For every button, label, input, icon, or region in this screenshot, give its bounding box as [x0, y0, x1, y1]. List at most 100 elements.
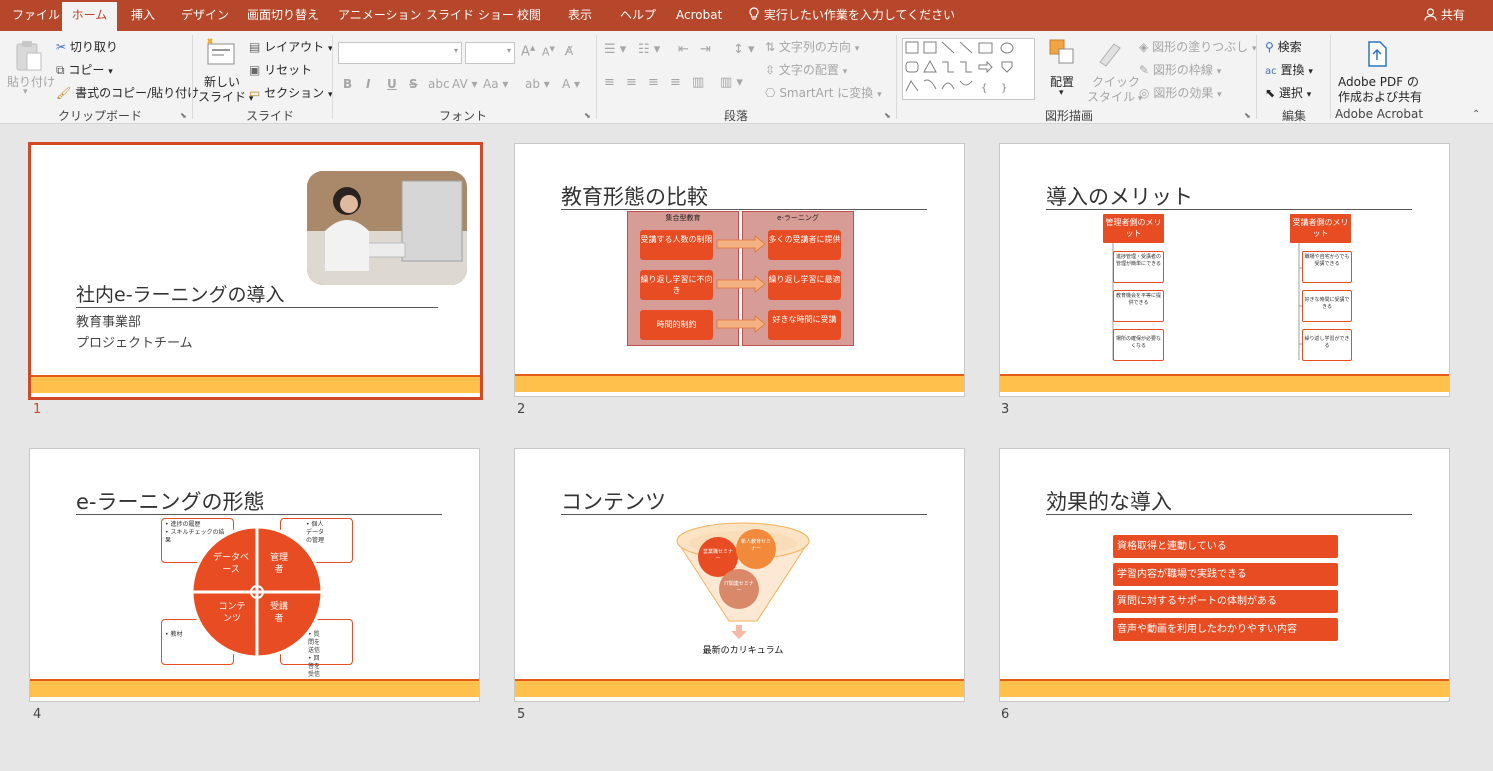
effect-item-4: 音声や動画を利用したわかりやすい内容: [1113, 618, 1338, 641]
select-button[interactable]: ⬉ 選択 ▾: [1265, 84, 1311, 101]
pdf-share-icon[interactable]: [1366, 40, 1388, 71]
text-direction-label: 文字列の方向: [778, 40, 851, 54]
left-item-2: 繰り返し学習に不向き: [640, 270, 713, 300]
font-size-combo[interactable]: ▾: [465, 42, 515, 64]
justify-icon[interactable]: ≡: [670, 75, 681, 90]
tab-view[interactable]: 表示: [568, 0, 592, 31]
strike-button[interactable]: S: [409, 77, 418, 91]
highlight-icon[interactable]: ab ▾: [525, 77, 550, 91]
reset-button[interactable]: ▣ リセット: [249, 61, 312, 78]
pen-icon: ✎: [1139, 63, 1150, 77]
paste-icon[interactable]: [14, 39, 44, 76]
reset-icon: ▣: [249, 63, 261, 77]
arrange-icon[interactable]: [1048, 38, 1076, 69]
funnel-newbie-seminar: 新人教育セミナー: [741, 539, 772, 552]
section-button[interactable]: ▭ セクション ▾: [249, 84, 333, 101]
quad-database: データベース: [212, 553, 249, 575]
slide-thumbnail-2[interactable]: 教育形態の比較 集合型教育 e-ラーニング 受講する人数の制限 繰り返し学習に不…: [514, 143, 965, 397]
quad-contents: コンテンツ: [218, 602, 246, 624]
lightbulb-icon: [749, 7, 759, 20]
text-direction-button[interactable]: ⇅ 文字列の方向 ▾: [765, 38, 859, 55]
tab-acrobat[interactable]: Acrobat: [676, 0, 722, 31]
numbering-icon[interactable]: ☷ ▾: [638, 42, 660, 57]
tab-slideshow[interactable]: スライド ショー: [426, 0, 514, 31]
clipboard-launcher-icon[interactable]: ⬊: [180, 111, 187, 120]
slide-2-title: 教育形態の比較: [561, 185, 708, 209]
paste-button[interactable]: 貼り付け: [7, 73, 55, 90]
format-painter-button[interactable]: 🖌 書式のコピー/貼り付け: [56, 84, 199, 101]
tab-animations[interactable]: アニメーション: [338, 0, 422, 31]
slide-thumbnail-6[interactable]: 効果的な導入 資格取得と連動している 学習内容が職場で実践できる 質問に対するサ…: [999, 448, 1450, 702]
char-spacing-icon[interactable]: AV ▾: [452, 77, 478, 91]
clear-format-icon[interactable]: A̸: [565, 44, 573, 58]
align-right-icon[interactable]: ≡: [648, 75, 659, 90]
layout-label: レイアウト: [264, 40, 325, 54]
slide-thumbnail-1[interactable]: 社内e-ラーニングの導入 教育事業部 プロジェクトチーム: [28, 142, 483, 400]
shrink-font-label: A: [542, 45, 550, 59]
align-text-button[interactable]: ⇳ 文字の配置 ▾: [765, 61, 847, 78]
slide-number-3: 3: [1001, 402, 1010, 417]
slide-thumbnail-3[interactable]: 導入のメリット 管理者側のメリット 受講者側のメリット 進捗管理・受講者の管理が…: [999, 143, 1450, 397]
font-name-combo[interactable]: ▾: [338, 42, 462, 64]
grow-font-button[interactable]: A▲: [521, 44, 535, 59]
collapse-ribbon-icon[interactable]: ⌃: [1472, 109, 1480, 120]
slide-thumbnail-5[interactable]: コンテンツ 営業職セミナー 新人教育セミナー IT関連セミナー 最新のカリキュラ…: [514, 448, 965, 702]
tab-insert[interactable]: 挿入: [131, 0, 155, 31]
align-center-icon[interactable]: ≡: [626, 75, 637, 90]
section-icon: ▭: [249, 86, 261, 100]
bold-button[interactable]: B: [343, 77, 352, 91]
right-item-3: 好きな時間に受講: [768, 310, 841, 340]
tab-design[interactable]: デザイン: [181, 0, 229, 31]
new-slide-icon[interactable]: [205, 37, 237, 70]
distribute-icon[interactable]: ▥: [692, 75, 704, 90]
bullets-icon[interactable]: ☰ ▾: [604, 42, 626, 57]
columns-icon[interactable]: ▥ ▾: [720, 75, 743, 90]
replace-button[interactable]: ac 置換 ▾: [1265, 61, 1313, 78]
increase-indent-icon[interactable]: ⇥: [700, 42, 711, 57]
tab-review[interactable]: 校閲: [517, 0, 541, 31]
shape-fill-button[interactable]: ◈ 図形の塗りつぶし ▾: [1139, 38, 1257, 55]
shape-outline-button[interactable]: ✎ 図形の枠線 ▾: [1139, 61, 1221, 78]
tab-home[interactable]: ホーム: [62, 2, 117, 31]
smartart-label: SmartArt に変換: [779, 86, 874, 100]
underline-button[interactable]: U: [387, 77, 397, 91]
tab-help[interactable]: ヘルプ: [620, 0, 656, 31]
new-slide-button[interactable]: スライド ▾: [198, 88, 253, 105]
drawing-launcher-icon[interactable]: ⬊: [1244, 111, 1251, 120]
share-button[interactable]: 共有: [1424, 0, 1465, 31]
layout-button[interactable]: ▤ レイアウト ▾: [249, 38, 333, 55]
change-case-button[interactable]: Aa ▾: [483, 77, 508, 91]
quick-styles-button[interactable]: スタイル ▾: [1087, 88, 1142, 105]
tab-transitions[interactable]: 画面切り替え: [247, 0, 319, 31]
tell-me-box[interactable]: 実行したい作業を入力してください: [748, 0, 955, 31]
section-label: セクション: [264, 86, 325, 100]
shapes-gallery[interactable]: {}: [902, 38, 1035, 100]
slide-6-title: 効果的な導入: [1046, 490, 1172, 514]
tab-file[interactable]: ファイル: [12, 0, 60, 31]
pdf-create-label-2[interactable]: 作成および共有: [1338, 88, 1422, 105]
footer-band: [515, 681, 964, 697]
shape-effects-button[interactable]: ◎ 図形の効果 ▾: [1139, 84, 1222, 101]
smartart-button[interactable]: ⎔ SmartArt に変換 ▾: [765, 84, 882, 101]
paragraph-launcher-icon[interactable]: ⬊: [884, 111, 891, 120]
title-rule: [76, 307, 438, 308]
font-launcher-icon[interactable]: ⬊: [584, 111, 591, 120]
cut-button[interactable]: ✂ 切り取り: [56, 38, 118, 55]
effects-icon: ◎: [1139, 86, 1150, 100]
font-color-icon[interactable]: A ▾: [562, 77, 580, 91]
effect-item-1: 資格取得と連動している: [1113, 535, 1338, 558]
find-button[interactable]: ⚲ 検索: [1265, 38, 1302, 55]
align-left-icon[interactable]: ≡: [604, 75, 615, 90]
quick-styles-icon[interactable]: [1094, 38, 1126, 71]
decrease-indent-icon[interactable]: ⇤: [678, 42, 689, 57]
slide-thumbnail-4[interactable]: e-ラーニングの形態 • 進捗の履歴 • スキルチェックの結果 • 個人データの…: [29, 448, 480, 702]
shadow-button[interactable]: abc: [428, 77, 450, 91]
shrink-font-button[interactable]: A▼: [542, 45, 555, 59]
divider: [596, 35, 597, 119]
line-spacing-icon[interactable]: ↕ ▾: [733, 42, 755, 57]
right-item-2: 繰り返し学習に最適: [768, 270, 841, 300]
italic-button[interactable]: I: [366, 77, 370, 91]
copy-button[interactable]: ⧉ コピー ▾: [56, 61, 113, 78]
paste-dropdown-arrow[interactable]: ▾: [23, 87, 28, 97]
arrange-dropdown-arrow[interactable]: ▾: [1059, 88, 1064, 98]
